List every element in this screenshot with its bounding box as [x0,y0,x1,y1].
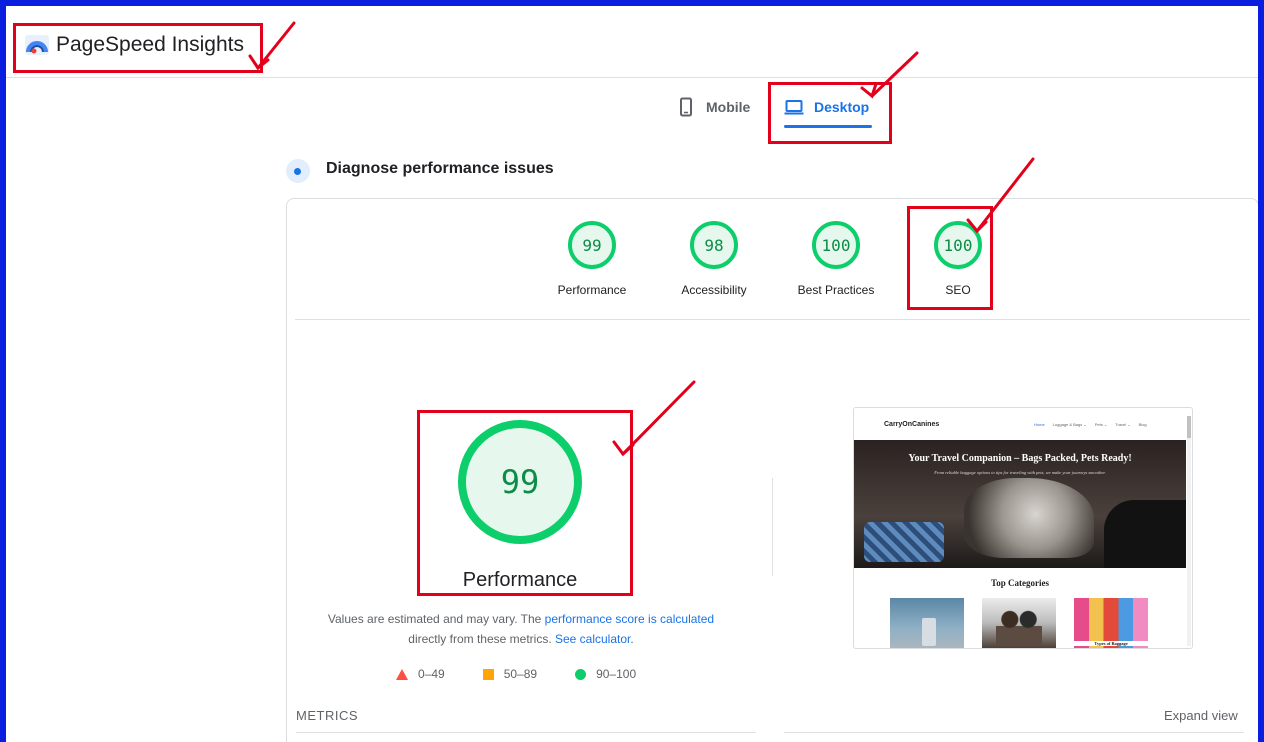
tab-mobile-label: Mobile [706,99,751,115]
site-menu-item: Travel ⌄ [1115,422,1131,427]
legend-item-fail: 0–49 [396,667,445,681]
gauge-score: 99 [568,221,616,269]
annotation-box-seo [907,206,993,310]
gauge-best-practices[interactable]: 100 Best Practices [781,221,891,297]
gauge-label: Performance [557,283,627,297]
metrics-heading: METRICS [296,708,358,723]
site-menu-item: Pets ⌄ [1094,422,1108,427]
site-brand: CarryOnCanines [884,421,940,428]
legend-range: 50–89 [503,667,538,681]
site-menu: Home Luggage & Bags ⌄ Pets ⌄ Travel ⌄ Bl… [1034,422,1147,427]
orange-square-icon [482,668,494,680]
site-menu-item: Luggage & Bags ⌄ [1052,422,1087,427]
note-text: directly from these metrics. [408,632,555,646]
diagnose-heading: Diagnose performance issues [326,160,554,177]
performance-score-link[interactable]: performance score is calculated [545,612,714,626]
score-note: Values are estimated and may vary. The p… [306,609,736,649]
vertical-divider [772,478,773,576]
gauge-label: Best Practices [797,283,875,297]
annotation-box-desktop-tab [768,82,892,144]
hero-dog-shape [964,478,1094,558]
site-menu-item: Blog [1138,422,1147,427]
score-legend: 0–49 50–89 90–100 [396,667,636,681]
gauge-accessibility[interactable]: 98 Accessibility [659,221,769,297]
red-triangle-icon [396,668,408,680]
legend-range: 0–49 [418,667,445,681]
diagnose-icon [286,159,310,183]
annotation-box-performance [417,410,633,596]
legend-item-average: 50–89 [482,667,538,681]
site-hero-subtitle: From reliable baggage options to tips fo… [934,470,1106,475]
green-circle-icon [575,668,587,680]
note-text: Values are estimated and may vary. The [327,612,545,626]
divider [295,319,1250,320]
category-image-luggage [890,598,964,648]
site-hero-title: Your Travel Companion – Bags Packed, Pet… [908,453,1132,464]
site-section-title: Top Categories [991,578,1049,588]
divider [784,732,1244,733]
category-caption: Types of Baggage [1074,641,1148,646]
gauge-label: Accessibility [681,283,747,297]
site-menu-item: Home [1034,422,1045,427]
thumbnail-scrollbar [1187,416,1191,646]
hero-car-shape [1104,500,1186,568]
site-hero-image: Your Travel Companion – Bags Packed, Pet… [854,440,1186,568]
note-text: . [630,632,634,646]
legend-item-pass: 90–100 [575,667,636,681]
hero-bag-shape [864,522,944,562]
final-screenshot-thumbnail[interactable]: CarryOnCanines Home Luggage & Bags ⌄ Pet… [853,407,1193,649]
site-nav: CarryOnCanines Home Luggage & Bags ⌄ Pet… [854,408,1192,438]
category-image-pets [982,598,1056,648]
gauge-performance[interactable]: 99 Performance [537,221,647,297]
see-calculator-link[interactable]: See calculator [555,632,630,646]
divider [296,732,756,733]
tab-mobile[interactable]: Mobile [676,92,750,122]
smartphone-icon [680,97,692,117]
gauge-score: 100 [812,221,860,269]
pagespeed-page: PageSpeed Insights Mobile Desktop Diagno… [6,6,1258,742]
annotation-box-title [13,23,263,73]
legend-range: 90–100 [596,667,637,681]
expand-view-button[interactable]: Expand view [1164,708,1238,723]
gauge-score: 98 [690,221,738,269]
